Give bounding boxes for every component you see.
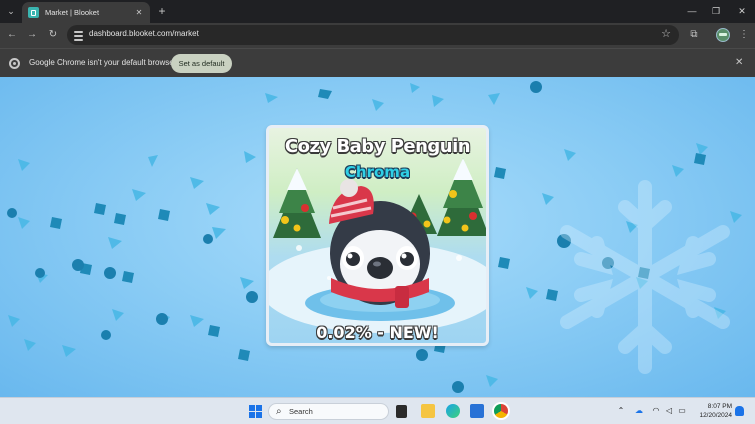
card-subtitle: Chroma [344, 163, 411, 181]
extensions-puzzle-icon[interactable]: ⧉ [687, 28, 701, 42]
taskbar-search-box[interactable]: ⌕ Search [268, 403, 389, 420]
file-explorer-icon[interactable] [421, 404, 435, 418]
microsoft-store-icon[interactable] [470, 404, 484, 418]
new-tab-button[interactable]: + [155, 4, 169, 18]
notification-bell-icon[interactable] [735, 406, 744, 416]
windows-start-icon[interactable] [249, 405, 262, 418]
market-page: Cozy Baby Penguin Chroma 0.02% - NEW! [0, 77, 755, 397]
tab-market-blooket[interactable]: Market | Blooket ✕ [22, 2, 150, 23]
chrome-taskbar-icon[interactable] [494, 404, 508, 418]
menu-kebab-icon[interactable]: ⋮ [737, 28, 751, 42]
clock-time[interactable]: 8:07 PM [708, 403, 732, 410]
onedrive-cloud-icon[interactable]: ☁ [634, 406, 644, 416]
task-view-icon[interactable] [396, 405, 407, 418]
restore-icon[interactable]: ❐ [709, 4, 723, 18]
wifi-icon[interactable]: ◠ [651, 406, 661, 416]
set-as-default-button[interactable]: Set as default [171, 54, 232, 73]
close-window-icon[interactable]: ✕ [735, 4, 749, 18]
card-title: Cozy Baby Penguin [284, 136, 471, 157]
taskbar-search-placeholder: Search [289, 407, 313, 416]
show-hidden-icons-chevron-icon[interactable]: ⌃ [616, 406, 626, 416]
battery-icon[interactable]: ▭ [677, 406, 687, 416]
card-rarity: 0.02% - NEW! [316, 323, 439, 342]
close-tab-icon[interactable]: ✕ [134, 8, 144, 17]
site-info-icon[interactable] [74, 29, 84, 41]
tab-strip: ⌄ Market | Blooket ✕ + — ❐ ✕ [0, 0, 755, 23]
edge-browser-icon[interactable] [446, 404, 460, 418]
blooket-favicon-icon [28, 7, 39, 18]
back-arrow-icon[interactable]: ← [5, 28, 19, 42]
browser-toolbar: ← → ↻ dashboard.blooket.com/market ☆ ⧉ ⋮ [0, 23, 755, 48]
default-browser-infobar: Google Chrome isn't your default browser… [0, 48, 755, 77]
tab-search-chevron-icon[interactable]: ⌄ [3, 3, 19, 19]
infobar-message: Google Chrome isn't your default browser [29, 58, 177, 67]
search-icon: ⌕ [276, 406, 282, 417]
profile-avatar[interactable] [716, 28, 730, 42]
minimize-icon[interactable]: — [685, 4, 699, 18]
tab-title: Market | Blooket [45, 8, 100, 17]
penguin-artwork [269, 158, 486, 333]
address-bar[interactable]: dashboard.blooket.com/market ☆ [67, 25, 679, 45]
chrome-logo-icon [9, 58, 20, 69]
forward-arrow-icon[interactable]: → [25, 28, 39, 42]
volume-icon[interactable]: ◁ [664, 406, 674, 416]
reload-icon[interactable]: ↻ [46, 28, 60, 42]
infobar-close-icon[interactable]: ✕ [735, 57, 743, 68]
bookmark-star-icon[interactable]: ☆ [661, 27, 671, 40]
clock-date[interactable]: 12/20/2024 [699, 412, 732, 419]
blook-card[interactable]: Cozy Baby Penguin Chroma 0.02% - NEW! [266, 125, 489, 346]
url-text[interactable]: dashboard.blooket.com/market [89, 29, 199, 38]
windows-taskbar: ⌕ Search ⌃ ☁ ◠ ◁ ▭ 8:07 PM 12/20/2024 [0, 397, 755, 424]
snowflake-decoration [560, 180, 730, 374]
